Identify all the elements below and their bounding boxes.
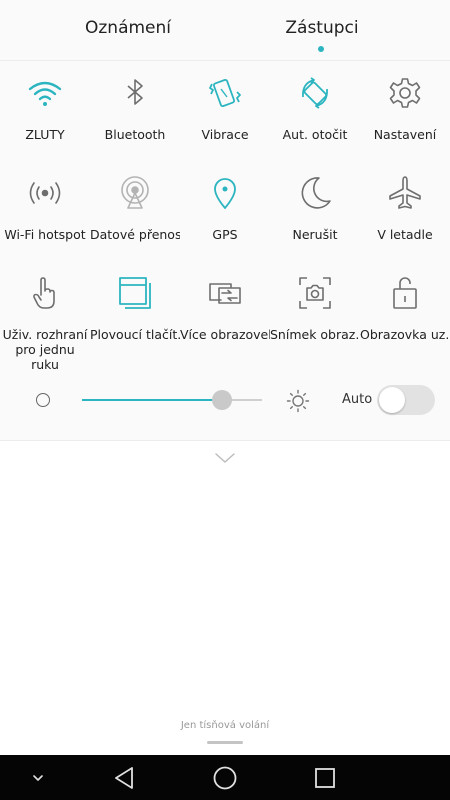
tile-label: Více obrazovek <box>180 327 270 342</box>
location-pin-icon <box>207 175 243 211</box>
tile-label: Nerušit <box>292 227 338 242</box>
tile-multi-screen[interactable]: Více obrazovek <box>180 261 270 361</box>
tile-screen-lock[interactable]: Obrazovka uz... <box>360 261 450 361</box>
quick-settings-panel: ZLUTY Bluetooth Vibrace Aut. otočit Nast… <box>0 61 450 441</box>
tile-wifi[interactable]: ZLUTY <box>0 61 90 161</box>
tile-vibration[interactable]: Vibrace <box>180 61 270 161</box>
tile-one-hand-ui[interactable]: Uživ. rozhraní pro jednu ruku <box>0 261 90 372</box>
one-hand-icon <box>27 275 63 311</box>
brightness-slider-thumb[interactable] <box>212 390 232 410</box>
tile-label: Bluetooth <box>104 127 166 142</box>
tile-label: Aut. otočit <box>282 127 348 142</box>
tile-label: V letadle <box>377 227 433 242</box>
notification-tabs: Oznámení Zástupci <box>0 0 450 61</box>
airplane-icon <box>387 175 423 211</box>
tile-do-not-disturb[interactable]: Nerušit <box>270 161 360 261</box>
navigation-bar <box>0 755 450 800</box>
tile-label: Datové přenosy <box>90 227 180 242</box>
chevron-down-icon[interactable] <box>25 765 51 791</box>
auto-brightness-label: Auto <box>342 392 373 407</box>
wifi-icon <box>27 75 63 111</box>
floating-button-icon <box>117 275 153 311</box>
tile-label: GPS <box>212 227 238 242</box>
auto-brightness-toggle[interactable] <box>377 385 435 415</box>
expand-chevron-icon[interactable] <box>214 452 236 464</box>
brightness-row: Auto <box>0 375 450 425</box>
tile-floating-button[interactable]: Plovoucí tlačít... <box>90 261 180 361</box>
multi-screen-icon <box>207 275 243 311</box>
gear-icon <box>387 75 423 111</box>
tile-label: Plovoucí tlačít... <box>90 327 180 342</box>
tab-notifications[interactable]: Oznámení <box>85 18 171 38</box>
auto-rotate-icon <box>297 75 333 111</box>
tile-auto-rotate[interactable]: Aut. otočit <box>270 61 360 161</box>
bluetooth-icon <box>117 75 153 111</box>
unlock-icon <box>387 275 423 311</box>
tile-label: Wi-Fi hotspot <box>4 227 86 242</box>
back-icon[interactable] <box>112 765 138 791</box>
toggle-knob <box>379 387 405 413</box>
recents-icon[interactable] <box>312 765 338 791</box>
tile-wifi-hotspot[interactable]: Wi-Fi hotspot <box>0 161 90 261</box>
tile-label: Snímek obraz... <box>270 327 360 342</box>
vibrate-icon <box>207 75 243 111</box>
home-icon[interactable] <box>212 765 238 791</box>
active-tab-indicator <box>318 46 324 52</box>
brightness-slider-fill[interactable] <box>82 399 222 401</box>
tile-label: Vibrace <box>201 127 249 142</box>
emergency-calls-text: Jen tísňová volání <box>180 720 270 731</box>
brightness-low-icon <box>36 393 50 407</box>
drag-handle[interactable] <box>207 741 243 744</box>
tile-airplane-mode[interactable]: V letadle <box>360 161 450 261</box>
tile-label: ZLUTY <box>25 127 65 142</box>
tile-gps[interactable]: GPS <box>180 161 270 261</box>
tile-settings[interactable]: Nastavení <box>360 61 450 161</box>
screenshot-icon <box>297 275 333 311</box>
tile-label: Obrazovka uz... <box>360 327 450 342</box>
tile-bluetooth[interactable]: Bluetooth <box>90 61 180 161</box>
brightness-high-icon <box>286 389 310 413</box>
tile-screenshot[interactable]: Snímek obraz... <box>270 261 360 361</box>
tab-shortcuts[interactable]: Zástupci <box>285 18 358 38</box>
tile-label: Uživ. rozhraní pro jednu ruku <box>2 327 88 372</box>
mobile-data-icon <box>117 175 153 211</box>
moon-icon <box>297 175 333 211</box>
tile-label: Nastavení <box>373 127 437 142</box>
hotspot-icon <box>27 175 63 211</box>
tile-mobile-data[interactable]: Datové přenosy <box>90 161 180 261</box>
